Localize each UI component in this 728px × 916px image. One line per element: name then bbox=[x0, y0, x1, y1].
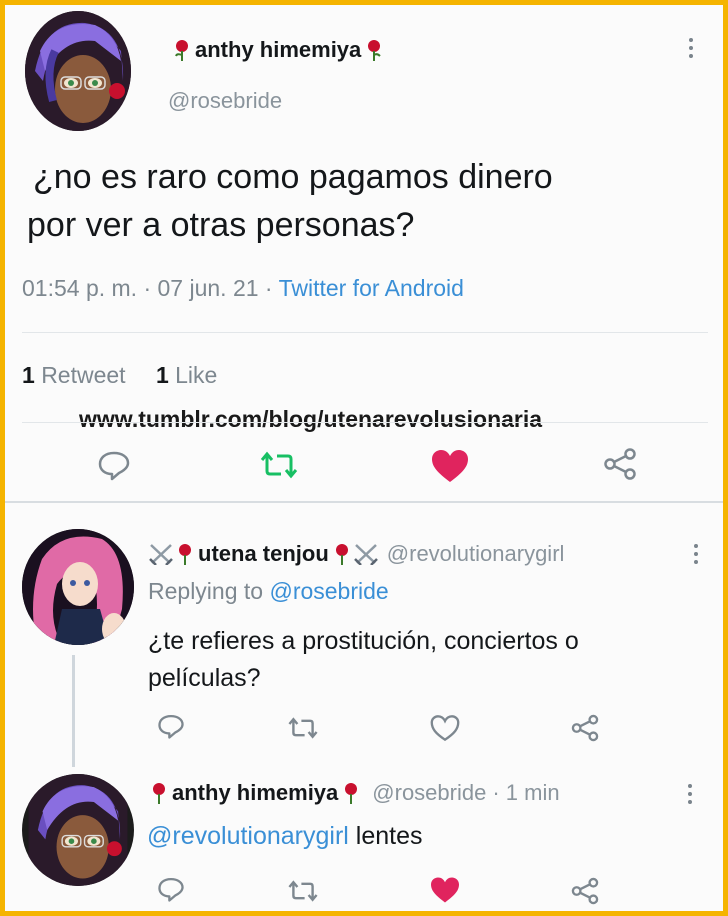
retweet-icon[interactable] bbox=[259, 449, 299, 481]
rose-icon bbox=[342, 782, 360, 804]
engagement-counts: 1 Retweet 1 Like bbox=[22, 362, 217, 389]
like-icon[interactable] bbox=[429, 876, 461, 904]
crossed-swords-icon bbox=[353, 543, 379, 566]
divider bbox=[22, 422, 708, 423]
author-handle[interactable]: @rosebride bbox=[168, 88, 282, 114]
replying-to-handle[interactable]: @rosebride bbox=[269, 578, 388, 604]
like-label: Like bbox=[175, 362, 218, 388]
retweet-icon[interactable] bbox=[287, 878, 319, 904]
reply-text-line: ¿te refieres a prostitución, conciertos … bbox=[148, 627, 579, 655]
more-options-icon[interactable] bbox=[693, 544, 699, 564]
reply-author-name: anthy himemiya bbox=[172, 780, 339, 805]
more-options-icon[interactable] bbox=[688, 38, 694, 58]
share-icon[interactable] bbox=[570, 713, 600, 743]
thread-line bbox=[72, 655, 75, 767]
retweet-icon[interactable] bbox=[287, 715, 319, 741]
rose-icon bbox=[173, 39, 191, 61]
reply-icon[interactable] bbox=[157, 712, 185, 740]
mention-link[interactable]: @revolutionarygirl bbox=[147, 822, 349, 850]
avatar-anthy[interactable] bbox=[22, 774, 134, 886]
reply1-author-row[interactable]: utena tenjou @revolutionarygirl bbox=[148, 541, 564, 567]
reply-author-name: utena tenjou bbox=[198, 541, 329, 566]
like-count: 1 bbox=[155, 362, 169, 388]
share-icon[interactable] bbox=[602, 446, 638, 482]
rose-icon bbox=[333, 543, 351, 565]
reply-text-line: películas? bbox=[148, 664, 261, 692]
reply2-author-row[interactable]: anthy himemiya @rosebride · 1 min bbox=[150, 780, 560, 806]
divider bbox=[22, 332, 708, 333]
tweet-meta: 01:54 p. m. · 07 jun. 21 · Twitter for A… bbox=[22, 275, 464, 302]
tweet-text: ¿no es raro como pagamos dinero por ver … bbox=[27, 153, 553, 249]
reply-author-handle: @revolutionarygirl bbox=[386, 541, 565, 566]
retweet-count: 1 bbox=[22, 362, 35, 388]
crossed-swords-icon bbox=[148, 543, 174, 566]
replying-to: Replying to @rosebride bbox=[148, 578, 389, 605]
more-options-icon[interactable] bbox=[687, 784, 693, 804]
author-name: anthy himemiya bbox=[195, 37, 362, 62]
avatar-utena[interactable] bbox=[22, 529, 134, 645]
main-author-row[interactable]: anthy himemiya bbox=[173, 37, 383, 63]
reply-text-body: lentes bbox=[348, 822, 423, 850]
retweet-label: Retweet bbox=[41, 362, 126, 388]
retweets-stat[interactable]: 1 Retweet bbox=[22, 362, 126, 388]
tweet-text-line: ¿no es raro como pagamos dinero bbox=[33, 158, 553, 196]
share-icon[interactable] bbox=[570, 876, 600, 906]
tweet-timestamp: 01:54 p. m. · 07 jun. 21 · bbox=[22, 275, 279, 301]
section-separator bbox=[5, 501, 723, 503]
like-icon[interactable] bbox=[430, 448, 470, 484]
tweet-text-line: por ver a otras personas? bbox=[27, 206, 415, 244]
reply-time: · 1 min bbox=[492, 780, 560, 805]
reply-icon[interactable] bbox=[97, 448, 131, 482]
avatar-anthy[interactable] bbox=[25, 11, 131, 131]
reply-text: ¿te refieres a prostitución, conciertos … bbox=[148, 623, 579, 697]
reply-text: @revolutionarygirl lentes bbox=[147, 822, 423, 851]
reply-icon[interactable] bbox=[157, 875, 185, 903]
tweet-source-link[interactable]: Twitter for Android bbox=[279, 275, 464, 301]
like-icon[interactable] bbox=[429, 714, 461, 742]
rose-icon bbox=[365, 39, 383, 61]
reply-author-handle: @rosebride bbox=[372, 780, 487, 805]
replying-to-label: Replying to bbox=[148, 578, 270, 604]
tumblr-watermark: www.tumblr.com/blog/utenarevolusionaria bbox=[79, 406, 543, 432]
tweet-thread: anthy himemiya @rosebride ¿no es raro co… bbox=[5, 5, 723, 911]
rose-icon bbox=[150, 782, 168, 804]
likes-stat[interactable]: 1 Like bbox=[156, 362, 217, 388]
rose-icon bbox=[176, 543, 194, 565]
